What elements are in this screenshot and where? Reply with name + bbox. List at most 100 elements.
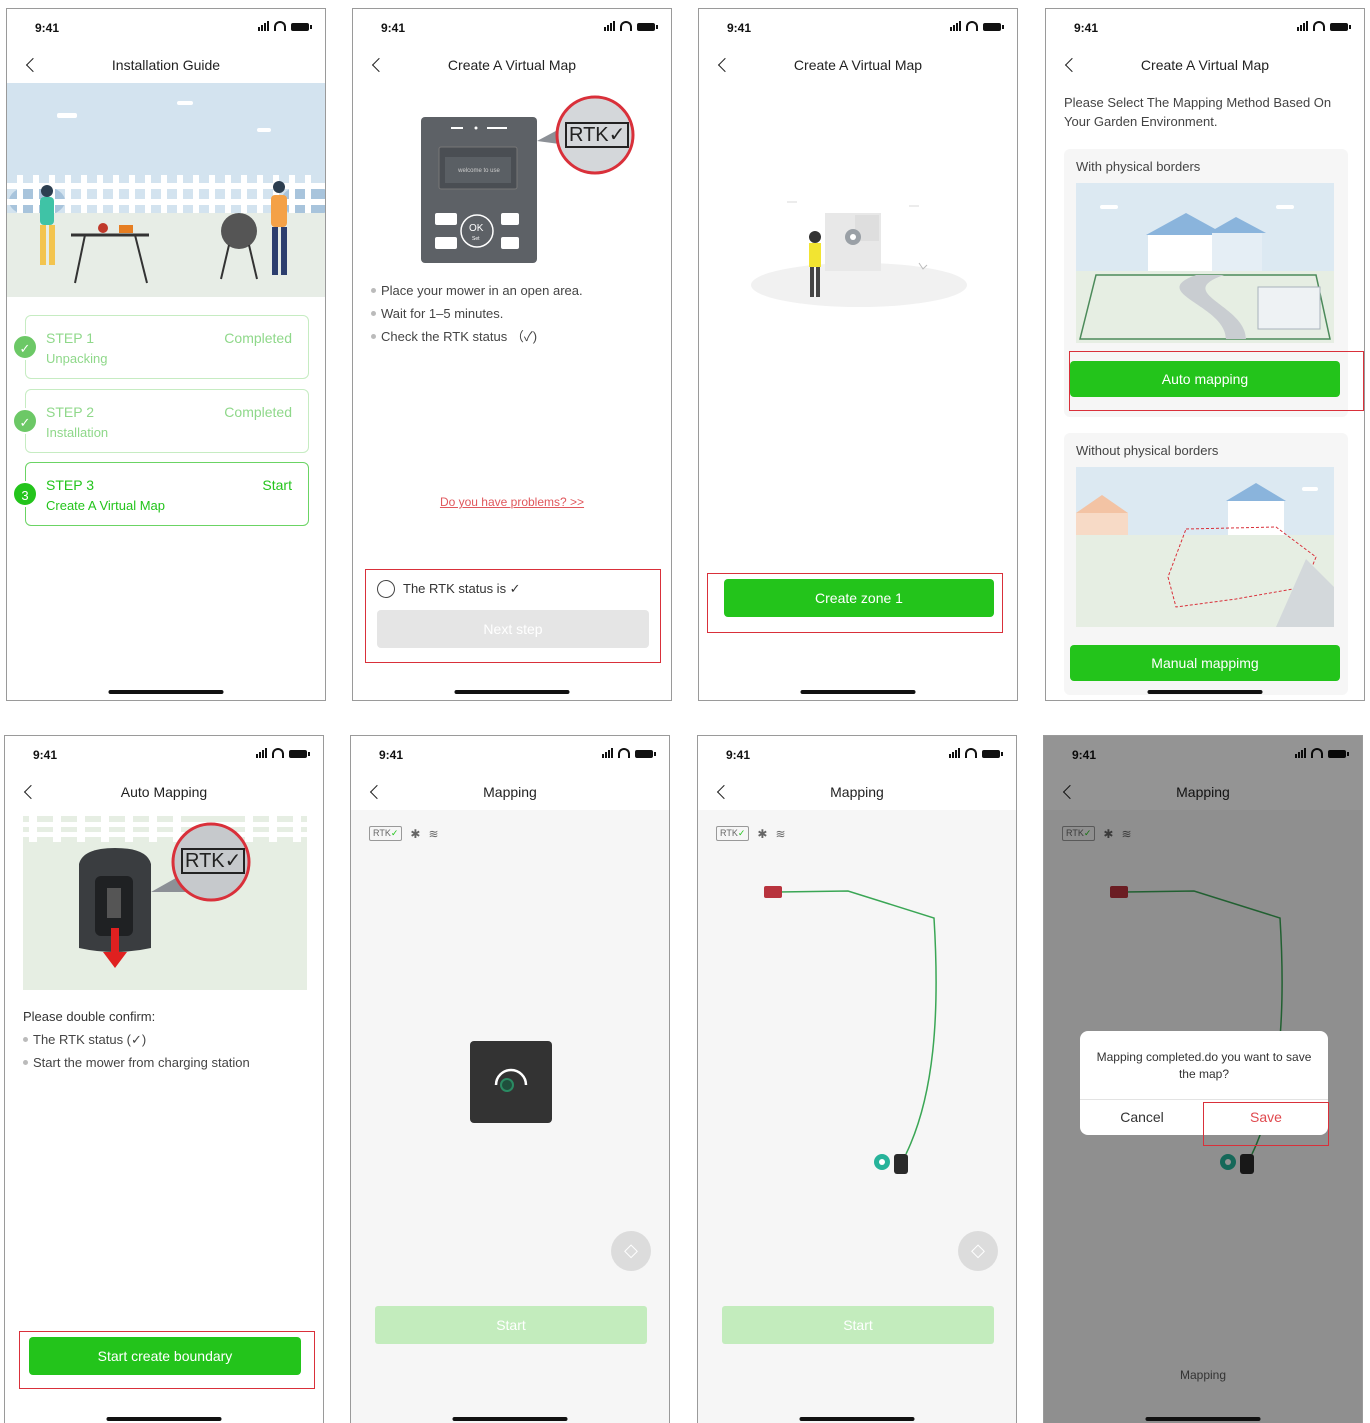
step-start-button[interactable]: Start: [262, 477, 292, 493]
next-step-button[interactable]: Next step: [377, 610, 649, 648]
set-label: Set: [472, 236, 480, 242]
signal-icon: [1297, 21, 1308, 31]
wifi-icon: [272, 748, 284, 758]
option-without-borders: Without physical borders Manual mappimg: [1064, 433, 1348, 695]
screen-mapping-complete: 9:41 Mapping RTK✓ ✱ ≋ Mapping completed.…: [1043, 735, 1363, 1423]
battery-icon: [635, 750, 656, 758]
confirm-list: The RTK status (✓) Start the mower from …: [23, 1028, 250, 1074]
loading-spinner: [470, 1041, 552, 1123]
page-title: Mapping: [483, 784, 537, 800]
map-person-illustration: [749, 189, 969, 319]
step-status: Completed: [224, 404, 292, 420]
option-caption: Without physical borders: [1076, 443, 1219, 458]
home-indicator: [800, 690, 916, 694]
page-title: Create A Virtual Map: [447, 57, 577, 73]
status-bar: 9:41: [5, 736, 323, 774]
screen-mapping-loading: 9:41 Mapping RTK✓ ✱ ≋ Start: [350, 735, 670, 1423]
screen-installation-guide: 9:41 Installation Guide ✓ STEP 1 Unpacki…: [6, 8, 326, 701]
rtk-label: RTK: [373, 828, 391, 838]
nav-bar: Create A Virtual Map: [699, 47, 1017, 83]
home-indicator: [108, 690, 224, 694]
signal-icon: [256, 748, 267, 758]
instruction-item: Place your mower in an open area.: [371, 279, 583, 302]
step-desc: Installation: [46, 425, 109, 440]
instruction-text: Please Select The Mapping Method Based O…: [1064, 95, 1332, 129]
wifi-icon: [1313, 21, 1325, 31]
page-title: Create A Virtual Map: [1140, 57, 1270, 73]
home-indicator: [799, 1417, 915, 1421]
status-bar: 9:41: [353, 9, 671, 47]
rtk-badge-large: RTK✓: [565, 122, 630, 148]
rtk-badge-large: RTK✓: [181, 848, 246, 874]
check-icon: ✓: [12, 334, 38, 360]
battery-icon: [291, 23, 312, 31]
instruction-item: Wait for 1–5 minutes.: [371, 302, 583, 325]
bordered-garden-illustration: [1076, 183, 1334, 343]
status-bar: 9:41: [351, 736, 669, 774]
start-boundary-button[interactable]: Start create boundary: [29, 1337, 301, 1375]
radio-icon: [377, 580, 395, 598]
step-name: STEP 2: [46, 404, 94, 420]
rtk-status-badge: RTK✓: [369, 826, 403, 841]
create-zone-button[interactable]: Create zone 1: [724, 579, 994, 617]
step-card-2[interactable]: ✓ STEP 2 Installation Completed: [12, 389, 309, 453]
open-garden-illustration: [1076, 467, 1334, 627]
wifi-icon: ≋: [428, 826, 439, 841]
battery-icon: [637, 23, 658, 31]
wifi-icon: [618, 748, 630, 758]
battery-icon: [289, 750, 310, 758]
wifi-icon: [274, 21, 286, 31]
nav-bar: Create A Virtual Map: [1046, 47, 1364, 83]
home-indicator: [106, 1417, 222, 1421]
home-indicator: [1145, 1417, 1261, 1421]
mower-panel-illustration: welcome to use OK Set RTK✓: [417, 95, 637, 265]
nav-bar: Installation Guide: [7, 47, 325, 83]
step-number: 3: [12, 481, 38, 507]
bluetooth-icon: ✱: [410, 826, 421, 841]
signal-icon: [950, 21, 961, 31]
page-title: Installation Guide: [111, 57, 221, 73]
start-button[interactable]: Start: [722, 1306, 994, 1344]
step-desc: Unpacking: [46, 351, 108, 366]
wifi-icon: [620, 21, 632, 31]
status-bar: 9:41: [1046, 9, 1364, 47]
start-button[interactable]: Start: [375, 1306, 647, 1344]
step-card-1[interactable]: ✓ STEP 1 Unpacking Completed: [12, 315, 309, 379]
signal-icon: [258, 21, 269, 31]
battery-icon: [983, 23, 1004, 31]
step-status: Completed: [224, 330, 292, 346]
check-icon: ✓: [12, 408, 38, 434]
rtk-check: ✓: [390, 828, 399, 838]
option-caption: With physical borders: [1076, 159, 1201, 174]
footer-label: Mapping: [1179, 1368, 1227, 1382]
status-time: 9:41: [33, 748, 58, 762]
home-indicator: [452, 1417, 568, 1421]
cancel-button[interactable]: Cancel: [1080, 1099, 1204, 1135]
screen-auto-mapping: 9:41 Auto Mapping RTK✓ Please double con…: [4, 735, 324, 1423]
garden-illustration: [7, 83, 325, 297]
confirm-item: Start the mower from charging station: [23, 1051, 250, 1074]
locate-button[interactable]: [611, 1231, 651, 1271]
signal-icon: [602, 748, 613, 758]
ok-label: OK: [469, 223, 484, 234]
wifi-icon: [966, 21, 978, 31]
step-card-3[interactable]: 3 STEP 3 Create A Virtual Map Start: [12, 462, 309, 526]
confirm-heading: Please double confirm:: [23, 1009, 156, 1024]
instruction-item: Check the RTK status （✓): [371, 325, 583, 348]
problems-link[interactable]: Do you have problems? >>: [353, 495, 671, 509]
home-indicator: [1147, 690, 1263, 694]
status-time: 9:41: [379, 748, 404, 762]
step-name: STEP 3: [46, 477, 94, 493]
rtk-confirm-checkbox[interactable]: The RTK status is ✓: [377, 579, 521, 599]
nav-bar: Mapping: [351, 774, 669, 810]
status-bar: 9:41: [7, 9, 325, 47]
connection-indicators: RTK✓ ✱ ≋: [369, 826, 439, 841]
manual-mapping-button[interactable]: Manual mappimg: [1070, 645, 1340, 681]
highlight-box: [1069, 351, 1364, 411]
screen-mapping-progress: 9:41 Mapping RTK✓ ✱ ≋ Start: [697, 735, 1017, 1423]
locate-button[interactable]: [958, 1231, 998, 1271]
mower-station-illustration: RTK✓: [23, 816, 307, 990]
nav-bar: Create A Virtual Map: [353, 47, 671, 83]
highlight-box: [1203, 1102, 1329, 1146]
page-title: Create A Virtual Map: [793, 57, 923, 73]
